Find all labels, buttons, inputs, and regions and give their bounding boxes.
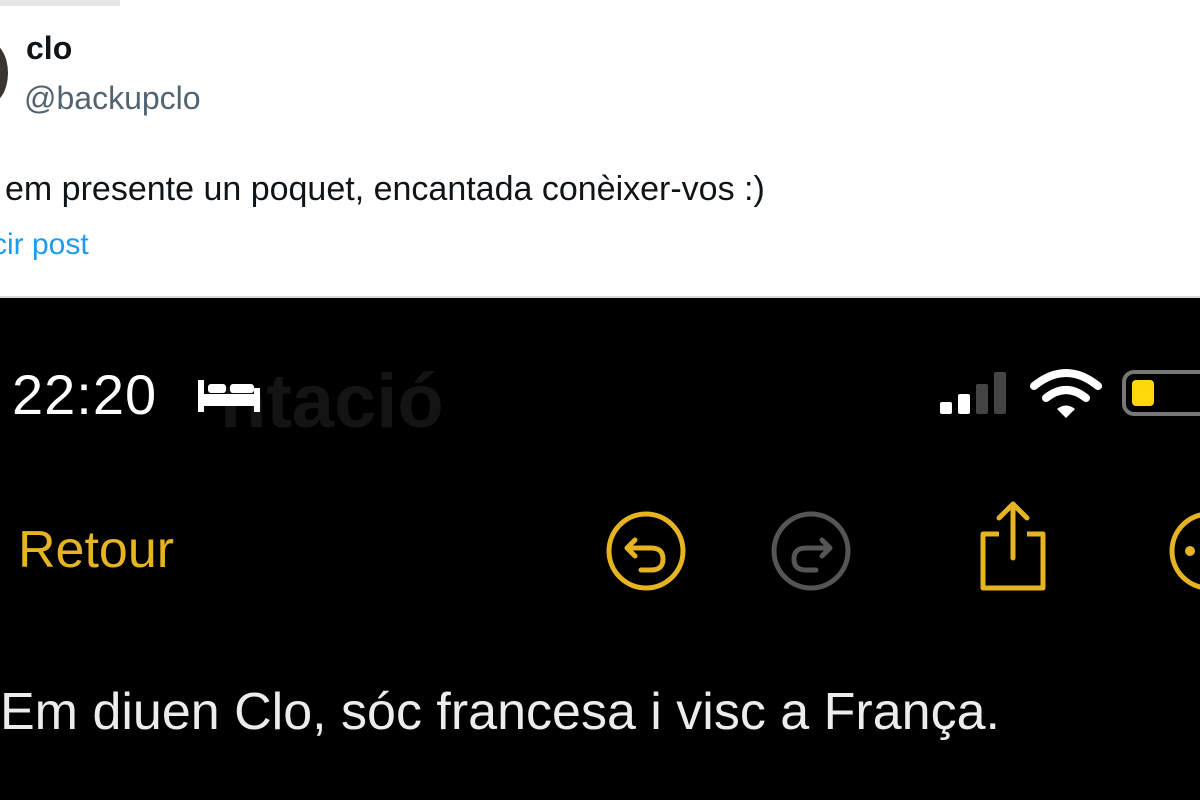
translate-post-link[interactable]: cir post: [0, 228, 89, 262]
undo-icon[interactable]: [605, 510, 687, 592]
avatar[interactable]: [0, 42, 8, 104]
divider: [0, 0, 120, 6]
tweet-text: i em presente un poquet, encantada conèi…: [0, 170, 765, 208]
more-icon[interactable]: [1168, 510, 1200, 592]
wifi-icon: [1030, 369, 1102, 418]
note-body-text[interactable]: Em diuen Clo, sóc francesa i visc a Fran…: [0, 682, 1000, 742]
phone-screenshot: ntació 22:20 Retour Em diuen Clo, sóc fr…: [0, 298, 1200, 800]
share-icon[interactable]: [975, 498, 1051, 594]
tweet-card: clo @backupclo i em presente un poquet, …: [0, 0, 1200, 298]
display-name[interactable]: clo: [26, 30, 72, 67]
back-button[interactable]: Retour: [18, 520, 174, 580]
signal-icon: [940, 372, 1006, 414]
battery-icon: [1122, 370, 1200, 416]
user-handle[interactable]: @backupclo: [24, 80, 201, 117]
redo-icon[interactable]: [770, 510, 852, 592]
status-time: 22:20: [12, 363, 158, 426]
bed-icon: [198, 380, 260, 412]
